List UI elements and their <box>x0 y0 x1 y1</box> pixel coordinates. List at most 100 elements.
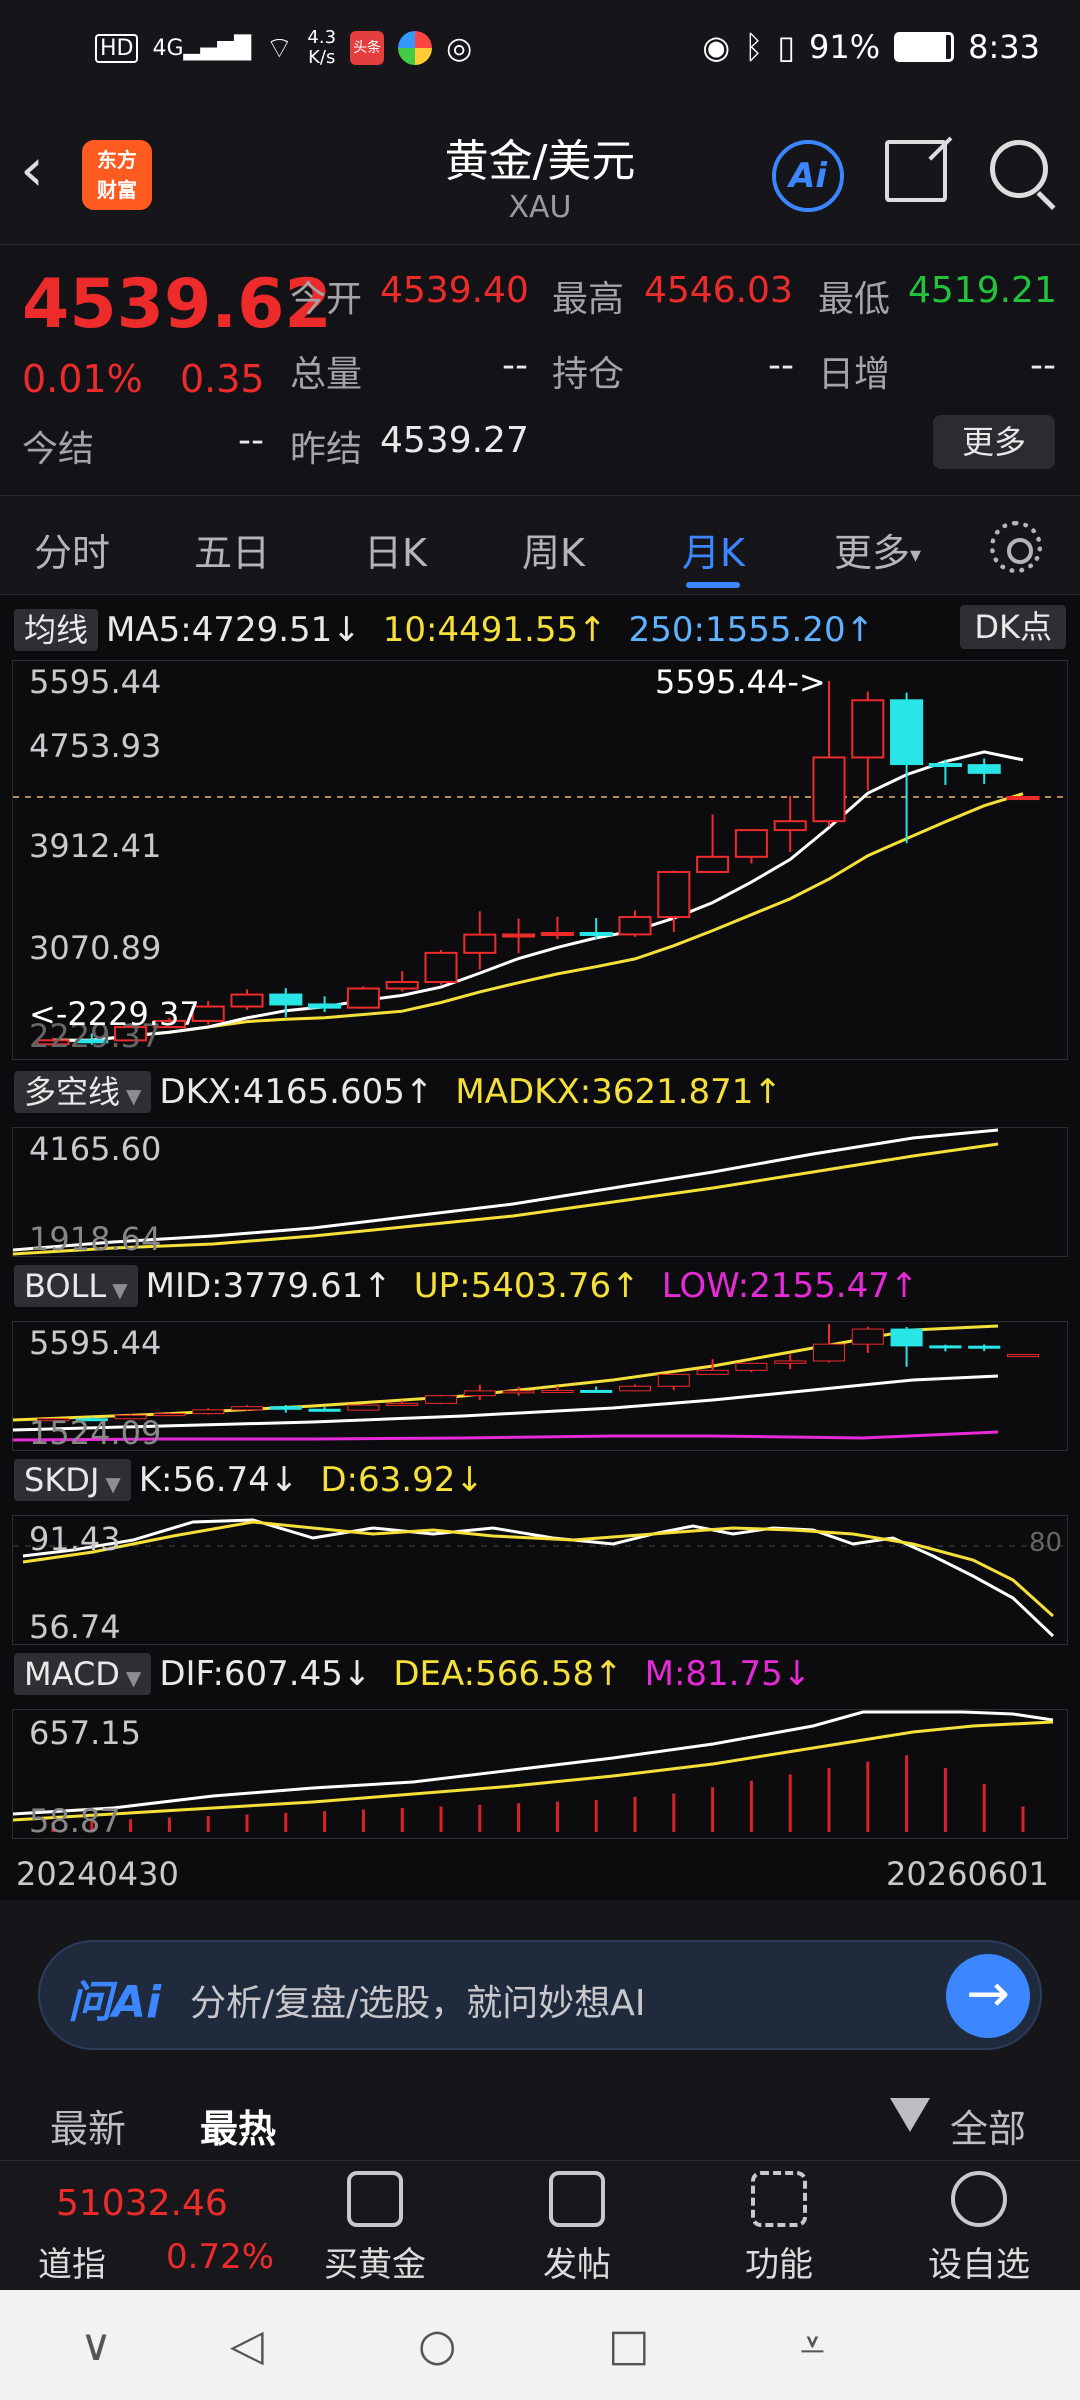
candle <box>928 759 962 785</box>
daily-increase-value: -- <box>1030 345 1056 386</box>
more-quote-button[interactable]: 更多 <box>933 415 1055 469</box>
gear-icon[interactable] <box>990 521 1042 573</box>
wifi-icon: ⌔ <box>265 31 294 66</box>
network-type: 4G <box>152 35 184 61</box>
candle-body <box>540 931 574 936</box>
recent-apps-icon[interactable]: □ <box>608 2320 650 2371</box>
ma10-text: 10:4491.55 <box>382 610 579 650</box>
start-date: 20240430 <box>16 1855 179 1893</box>
madkx-value: MADKX:3621.871↑ <box>455 1072 782 1112</box>
macd-selector[interactable]: MACD ▼ <box>14 1653 152 1695</box>
tab-monthly-k[interactable]: 月K <box>682 522 745 577</box>
share-icon[interactable] <box>885 140 947 202</box>
candle-body <box>618 916 652 936</box>
candle <box>463 911 497 970</box>
tab-more[interactable]: 更多▾ <box>834 522 921 577</box>
post-button[interactable]: 发帖 <box>502 2171 652 2286</box>
ask-ai-input[interactable]: 问Ai 分析/复盘/选股，就问妙想AI → <box>38 1940 1042 2050</box>
open-value: 4539.40 <box>380 270 529 311</box>
candle-body <box>890 699 924 766</box>
candlestick-panel[interactable]: 5595.44 4753.93 3912.41 3070.89 2229.37 … <box>12 660 1069 1060</box>
dkx-selector[interactable]: 多空线 ▼ <box>14 1071 152 1113</box>
buy-gold-button[interactable]: 买黄金 <box>300 2171 450 2286</box>
boll-candle-body <box>1006 1354 1040 1358</box>
skdj-k-value: K:56.74↓ <box>139 1460 299 1500</box>
dkx-chart <box>12 1128 999 1256</box>
candle-body <box>773 820 807 832</box>
macd-dif-text: DIF:607.45 <box>159 1654 343 1694</box>
candle <box>502 918 536 954</box>
dkx-tag-label: 多空线 <box>24 1073 121 1111</box>
arrow-right-icon[interactable]: → <box>946 1954 1030 2038</box>
ma10-value: 10:4491.55↑ <box>383 610 607 650</box>
ma-indicator-row: 均线 MA5:4729.51↓ 10:4491.55↑ 250:1555.20↑… <box>0 605 1080 655</box>
menu-icon[interactable]: ⩡ <box>800 2320 825 2371</box>
chart-up-icon <box>347 2171 403 2227</box>
battery-percent: 91% <box>809 28 881 66</box>
search-icon[interactable] <box>990 140 1048 198</box>
last-price: 4539.62 <box>22 265 332 344</box>
end-date: 20260601 <box>886 1855 1049 1893</box>
ma5-value: MA5:4729.51↓ <box>106 610 361 650</box>
boll-panel[interactable]: 5595.44 1524.09 <box>12 1321 1068 1452</box>
tab-intraday[interactable]: 分时 <box>34 522 110 577</box>
boll-y-min: 1524.09 <box>29 1414 162 1452</box>
boll-candle-body <box>541 1389 574 1393</box>
boll-candle-body <box>929 1345 962 1349</box>
period-tabs: 分时 五日 日K 周K 月K 更多▾ <box>0 495 1080 595</box>
candle-body <box>967 764 1001 774</box>
back-icon[interactable]: ◁ <box>230 2320 264 2371</box>
boll-y-max: 5595.44 <box>29 1324 162 1362</box>
dkx-panel[interactable]: 4165.60 1918.64 <box>12 1127 1068 1258</box>
tab-weekly-k[interactable]: 周K <box>522 522 585 577</box>
boll-candle-body <box>812 1343 846 1362</box>
macd-dea-line <box>12 1720 1054 1822</box>
min-price-marker: <-2229.37 <box>29 995 200 1033</box>
tab-daily-k[interactable]: 日K <box>364 522 427 577</box>
boll-candle-body <box>347 1404 380 1411</box>
functions-button[interactable]: 功能 <box>704 2171 854 2286</box>
skdj-y-min: 56.74 <box>29 1608 121 1646</box>
functions-label: 功能 <box>745 2245 813 2285</box>
boll-candle-body <box>502 1390 535 1394</box>
boll-selector[interactable]: BOLL ▼ <box>14 1265 138 1307</box>
add-watchlist-button[interactable]: 设自选 <box>904 2171 1054 2286</box>
dkx-y-max: 4165.60 <box>29 1130 162 1168</box>
tab-latest[interactable]: 最新 <box>50 2098 126 2153</box>
skdj-d-arrow: ↓ <box>455 1460 484 1500</box>
skdj-selector[interactable]: SKDJ ▼ <box>14 1459 131 1501</box>
candle-body <box>502 933 536 938</box>
add-watchlist-label: 设自选 <box>928 2245 1030 2285</box>
bluetooth-icon: ᛒ <box>744 28 764 66</box>
macd-dif-line <box>12 1710 1054 1816</box>
candle <box>1006 796 1040 801</box>
candle-body <box>424 951 458 984</box>
y-label-2: 4753.93 <box>29 727 162 765</box>
change-amount: 0.35 <box>180 357 265 401</box>
tab-five-day[interactable]: 五日 <box>194 522 270 577</box>
boll-mid-value: MID:3779.61↑ <box>146 1266 392 1306</box>
news-app-icon: 头条 <box>350 31 385 65</box>
boll-candle-body <box>463 1390 496 1397</box>
skdj-panel[interactable]: 91.43 56.74 80 <box>12 1515 1069 1646</box>
ma-selector[interactable]: 均线 <box>14 609 99 651</box>
tab-more-arrow-icon: ▾ <box>910 543 922 568</box>
macd-dea-value: DEA:566.58↑ <box>393 1654 622 1694</box>
y-label-3: 3912.41 <box>29 827 162 865</box>
battery-icon <box>894 32 955 62</box>
hide-keyboard-icon[interactable]: ∨ <box>80 2320 112 2371</box>
settle-label: 今结 <box>22 429 95 470</box>
dropdown-icon: ▼ <box>126 1084 142 1108</box>
dk-point-button[interactable]: DK点 <box>960 605 1066 649</box>
skdj-d-value: D:63.92↓ <box>320 1460 483 1500</box>
filter-all[interactable]: 全部 <box>950 2098 1026 2153</box>
candle-body <box>463 933 497 954</box>
filter-icon[interactable] <box>890 2098 930 2144</box>
system-navigation: ∨ ◁ ○ □ ⩡ <box>0 2290 1080 2400</box>
macd-tag-label: MACD <box>24 1655 120 1693</box>
tab-hottest[interactable]: 最热 <box>200 2098 276 2153</box>
macd-panel[interactable]: 657.15 58.87 <box>12 1709 1068 1840</box>
home-icon[interactable]: ○ <box>418 2320 456 2371</box>
candle-body <box>734 829 768 858</box>
ai-button[interactable]: Ai <box>772 140 844 212</box>
